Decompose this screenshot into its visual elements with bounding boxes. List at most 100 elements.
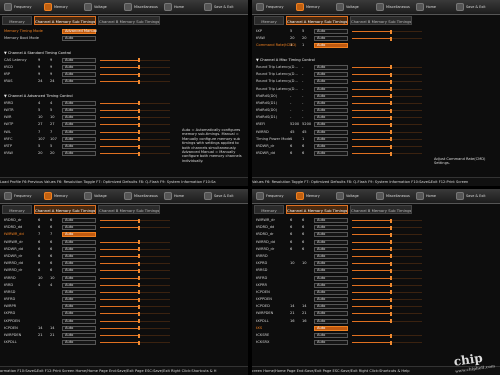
value-dropdown[interactable]: Auto <box>62 311 96 317</box>
setting-row[interactable]: CAS Latency 9 9 Auto <box>2 57 246 64</box>
value-dropdown[interactable]: Auto <box>314 304 348 310</box>
slider-knob[interactable] <box>137 225 140 230</box>
value-dropdown[interactable]: Auto <box>314 275 348 281</box>
nav-frequency[interactable]: Frequency <box>254 190 286 202</box>
value-dropdown[interactable]: Auto <box>62 57 96 63</box>
value-slider[interactable] <box>100 130 170 135</box>
value-slider[interactable] <box>100 122 170 127</box>
value-slider[interactable] <box>100 333 170 338</box>
value-slider[interactable] <box>352 333 422 338</box>
nav-home[interactable]: Home <box>162 190 186 202</box>
nav-frequency[interactable]: Frequency <box>254 1 286 13</box>
value-dropdown[interactable]: Auto <box>62 268 96 274</box>
value-dropdown[interactable]: Auto <box>314 86 348 92</box>
value-slider[interactable] <box>352 340 422 345</box>
nav-voltage[interactable]: Voltage <box>334 1 361 13</box>
value-slider[interactable] <box>352 254 422 259</box>
value-dropdown[interactable]: Auto <box>62 108 96 114</box>
setting-row[interactable]: tXP 5 5 Auto <box>254 28 498 35</box>
nav-frequency[interactable]: Frequency <box>2 1 34 13</box>
nav-save-exit[interactable]: Save & Exit <box>454 1 488 13</box>
value-slider[interactable] <box>352 261 422 266</box>
setting-row[interactable]: tRRRD 10 10 Auto <box>2 275 246 282</box>
slider-knob[interactable] <box>389 151 392 156</box>
nav-miscellaneous[interactable]: Miscellaneous <box>122 1 160 13</box>
value-slider[interactable] <box>352 101 422 106</box>
slider-knob[interactable] <box>389 340 392 345</box>
value-dropdown[interactable]: Auto <box>62 253 96 259</box>
slider-knob[interactable] <box>137 115 140 120</box>
setting-row[interactable]: tWRPDEN 21 21 Auto <box>2 332 246 339</box>
value-slider[interactable] <box>100 218 170 223</box>
setting-row[interactable]: tXPDLL 16 16 Auto <box>254 318 498 325</box>
nav-home[interactable]: Home <box>414 1 438 13</box>
slider-knob[interactable] <box>389 290 392 295</box>
value-slider[interactable] <box>352 304 422 309</box>
slider-knob[interactable] <box>137 276 140 280</box>
setting-row[interactable]: tWRWR_dr 6 6 Auto <box>254 217 498 224</box>
value-slider[interactable] <box>352 240 422 245</box>
nav-frequency[interactable]: Frequency <box>2 190 34 202</box>
value-slider[interactable] <box>352 65 422 70</box>
value-dropdown[interactable]: Auto <box>62 225 96 231</box>
value-slider[interactable] <box>100 326 170 331</box>
slider-knob[interactable] <box>389 254 392 259</box>
slider-knob[interactable] <box>389 79 392 84</box>
value-dropdown[interactable]: Auto <box>62 246 96 252</box>
value-dropdown[interactable]: Auto <box>314 325 348 331</box>
setting-row[interactable]: tWRWR_dr 6 6 Auto <box>2 239 246 246</box>
tab-1[interactable]: Memory <box>254 16 284 25</box>
slider-knob[interactable] <box>137 144 140 149</box>
setting-row[interactable]: tRDRD_dr 6 6 Auto <box>254 231 498 238</box>
slider-knob[interactable] <box>137 72 140 77</box>
value-slider[interactable] <box>100 261 170 266</box>
setting-row[interactable]: Round Trip Latency(D... - - Auto <box>254 86 498 93</box>
setting-row[interactable]: tXPRD Auto <box>2 310 246 317</box>
value-dropdown[interactable]: Auto <box>314 268 348 274</box>
setting-row[interactable]: tWRRD_dr 6 6 Auto <box>2 267 246 274</box>
tab-2[interactable]: Channel A Memory Sub Timings <box>34 16 96 25</box>
slider-knob[interactable] <box>389 137 392 142</box>
setting-row[interactable]: tWRPR Auto <box>2 303 246 310</box>
slider-knob[interactable] <box>389 94 392 99</box>
value-slider[interactable] <box>352 94 422 99</box>
tab-1[interactable]: Memory <box>254 205 284 214</box>
setting-row[interactable]: tWRRD_dd 6 6 Auto <box>254 239 498 246</box>
value-dropdown[interactable]: Auto <box>314 129 348 135</box>
value-slider[interactable] <box>100 144 170 149</box>
slider-knob[interactable] <box>389 268 392 273</box>
value-slider[interactable] <box>100 276 170 280</box>
value-dropdown[interactable]: Auto <box>62 318 96 324</box>
value-dropdown[interactable]: Auto <box>314 100 348 106</box>
setting-row[interactable]: tXPRD 10 10 Auto <box>254 260 498 267</box>
value-dropdown[interactable]: Auto <box>62 144 96 149</box>
setting-row[interactable]: tWRPDEN 21 21 Auto <box>254 310 498 317</box>
value-slider[interactable] <box>352 29 422 34</box>
setting-row[interactable]: tRDRD_dd 6 6 Auto <box>2 224 246 231</box>
value-slider[interactable] <box>352 297 422 302</box>
value-slider[interactable] <box>100 115 170 120</box>
setting-row[interactable]: tCPDEN Auto <box>254 289 498 296</box>
value-slider[interactable] <box>352 311 422 316</box>
slider-knob[interactable] <box>389 240 392 245</box>
setting-row[interactable]: tRDWR_dd 6 6 Auto <box>2 246 246 253</box>
slider-knob[interactable] <box>137 254 140 259</box>
value-dropdown[interactable]: Auto <box>314 297 348 303</box>
value-dropdown[interactable]: Auto <box>314 289 348 295</box>
setting-row[interactable]: tWR 10 10 Auto <box>2 114 246 121</box>
tab-1[interactable]: Memory <box>2 205 32 214</box>
slider-knob[interactable] <box>389 333 392 338</box>
nav-voltage[interactable]: Voltage <box>82 190 109 202</box>
setting-row[interactable]: tCKSRX Auto <box>254 339 498 346</box>
slider-knob[interactable] <box>389 283 392 288</box>
setting-row[interactable]: tFAW 20 20 Auto <box>254 35 498 42</box>
nav-miscellaneous[interactable]: Miscellaneous <box>122 190 160 202</box>
value-slider[interactable] <box>100 79 170 84</box>
slider-knob[interactable] <box>389 247 392 252</box>
value-dropdown[interactable]: Auto <box>62 218 96 223</box>
slider-knob[interactable] <box>389 232 392 237</box>
setting-row[interactable]: Command Rate(tCMD) 1 1 Auto <box>254 42 498 49</box>
value-slider[interactable] <box>352 247 422 252</box>
setting-row[interactable]: tWRRD_dd 6 6 Auto <box>2 260 246 267</box>
value-slider[interactable] <box>352 290 422 295</box>
